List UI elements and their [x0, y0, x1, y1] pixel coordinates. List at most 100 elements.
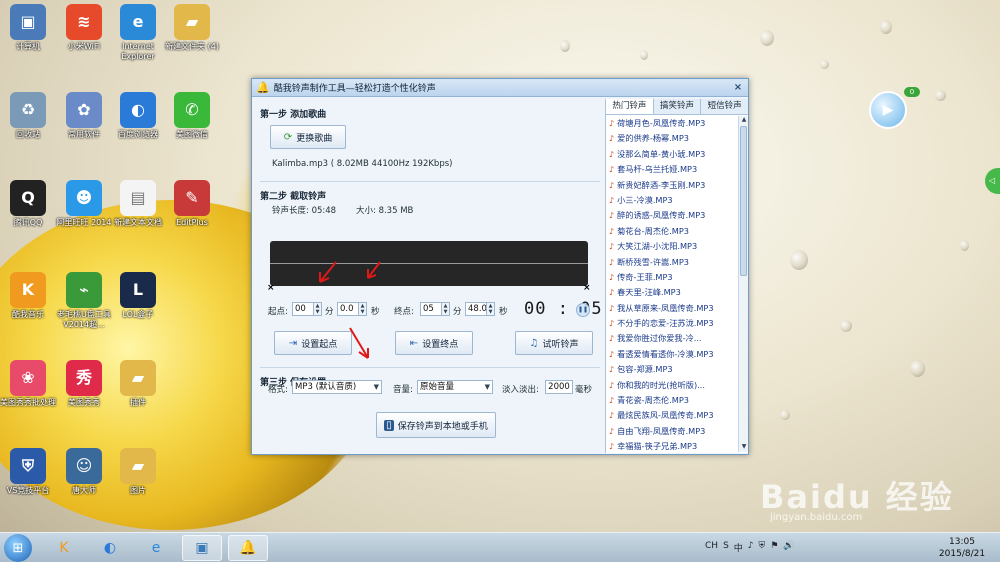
- tray-item[interactable]: ⚑: [770, 541, 778, 554]
- stepper-arrows-icon[interactable]: ▲ ▼: [486, 303, 494, 315]
- list-item[interactable]: ♪ 没那么简单-黄小琥.MP3: [606, 147, 738, 162]
- end-minute-value: 05: [423, 304, 434, 314]
- start-button[interactable]: ⊞: [4, 534, 32, 562]
- close-icon[interactable]: ×: [732, 82, 744, 94]
- desktop-shortcut[interactable]: ▰ 新建文件夹 (4): [164, 4, 220, 52]
- desktop-shortcut[interactable]: ≋ 小米WiFi: [56, 4, 112, 52]
- taskbar-kuwo-music-icon[interactable]: K: [44, 535, 84, 561]
- ringtone-scrollbar[interactable]: ▲ ▼: [738, 116, 748, 452]
- stepper-arrows-icon[interactable]: ▲ ▼: [313, 303, 321, 315]
- list-item[interactable]: ♪ 春天里-汪峰.MP3: [606, 285, 738, 300]
- end-label: 终点:: [394, 307, 414, 317]
- baidu-watermark-url: jingyan.baidu.com: [770, 512, 863, 523]
- scroll-down-icon[interactable]: ▼: [739, 443, 749, 452]
- change-song-button[interactable]: ⟳ 更换歌曲: [270, 125, 346, 149]
- scroll-thumb[interactable]: [740, 126, 747, 276]
- list-item[interactable]: ♪ 自由飞翔-凤凰传奇.MP3: [606, 424, 738, 439]
- ringtone-name: 菊花台-周杰伦.MP3: [617, 225, 690, 236]
- list-item[interactable]: ♪ 包容-郑源.MP3: [606, 362, 738, 377]
- tab-hot[interactable]: 热门铃声: [606, 99, 654, 114]
- tray-item[interactable]: ♪: [748, 541, 754, 554]
- ringtone-name: 青花瓷-周杰伦.MP3: [617, 395, 690, 406]
- taskbar-photo-viewer-icon[interactable]: ▣: [182, 535, 222, 561]
- list-item[interactable]: ♪ 新贵妃醉酒-李玉刚.MP3: [606, 178, 738, 193]
- desktop-shortcut[interactable]: 秀美图秀秀: [56, 360, 112, 408]
- desktop-shortcut[interactable]: ⌁ 老毛桃U盘工具V2014超...: [56, 272, 112, 330]
- desktop-shortcut[interactable]: ⛨ VS竞技平台: [0, 448, 56, 496]
- desktop-shortcut[interactable]: ❀ 美图秀秀批处理: [0, 360, 56, 408]
- desktop-shortcut[interactable]: ✿ 常用软件: [56, 92, 112, 140]
- pause-icon[interactable]: ❚❚: [576, 303, 590, 317]
- waveform-display[interactable]: [270, 241, 588, 286]
- end-marker-icon[interactable]: ×: [583, 283, 591, 293]
- desktop-shortcut[interactable]: ◐ 百度浏览器: [110, 92, 166, 140]
- desktop-shortcut[interactable]: K 酷我音乐: [0, 272, 56, 320]
- list-item[interactable]: ♪ 荷塘月色-凤凰传奇.MP3: [606, 116, 738, 131]
- list-item[interactable]: ♪ 青花瓷-周杰伦.MP3: [606, 393, 738, 408]
- volume-select[interactable]: 原始音量 ▼: [417, 380, 493, 394]
- list-item[interactable]: ♪ 我爱你胜过你爱我-冷...: [606, 331, 738, 346]
- window-title: 酷我铃声制作工具—轻松打造个性化铃声: [273, 84, 436, 94]
- desktop-shortcut[interactable]: ✆ 美图微信: [164, 92, 220, 140]
- list-item[interactable]: ♪ 爱的供养-杨幂.MP3: [606, 131, 738, 146]
- tray-item[interactable]: 🔊: [783, 541, 794, 554]
- start-minute-stepper[interactable]: 00 ▲ ▼: [292, 302, 322, 316]
- baidu-browser-icon: ◐: [120, 92, 156, 128]
- format-select[interactable]: MP3 (默认音质) ▼: [292, 380, 382, 394]
- desktop-shortcut[interactable]: e Internet Explorer: [110, 4, 166, 62]
- set-start-button[interactable]: ⇥ 设置起点: [274, 331, 352, 355]
- side-widget-icon[interactable]: ◁: [985, 168, 1000, 194]
- desktop-shortcut[interactable]: Q 腾讯QQ: [0, 180, 56, 228]
- list-item[interactable]: ♪ 小三-冷漠.MP3: [606, 193, 738, 208]
- taskbar-ie-icon[interactable]: e: [136, 535, 176, 561]
- scroll-up-icon[interactable]: ▲: [739, 116, 749, 125]
- taskbar-ringtone-tool-icon[interactable]: 🔔: [228, 535, 268, 561]
- list-item[interactable]: ♪ 看透爱情看透你-冷漠.MP3: [606, 347, 738, 362]
- system-clock[interactable]: 13:05 2015/8/21: [930, 536, 994, 560]
- list-item[interactable]: ♪ 菊花台-周杰伦.MP3: [606, 224, 738, 239]
- ringtone-name: 荷塘月色-凤凰传奇.MP3: [617, 118, 706, 128]
- desktop-shortcut[interactable]: ▰ 图片: [110, 448, 166, 496]
- end-minute-stepper[interactable]: 05 ▲ ▼: [420, 302, 450, 316]
- tray-item[interactable]: 中: [734, 541, 743, 554]
- window-titlebar[interactable]: 🔔 酷我铃声制作工具—轻松打造个性化铃声 ×: [252, 79, 748, 97]
- list-item[interactable]: ♪ 醉的诱惑-凤凰传奇.MP3: [606, 208, 738, 223]
- save-ringtone-button[interactable]: ▯ 保存铃声到本地或手机: [376, 412, 496, 438]
- tab-funny[interactable]: 搞笑铃声: [654, 99, 702, 114]
- listen-button[interactable]: ♫ 试听铃声: [515, 331, 593, 355]
- tab-sms[interactable]: 短信铃声: [701, 99, 748, 114]
- stepper-arrows-icon[interactable]: ▲ ▼: [358, 303, 366, 315]
- editor-panel: 第一步 添加歌曲 ⟳ 更换歌曲 Kalimba.mp3 ( 8.02MB 441…: [254, 99, 604, 453]
- tray-item[interactable]: ⛨: [759, 541, 766, 554]
- desktop-shortcut-label: 阿里旺旺 2014: [56, 218, 112, 227]
- list-item[interactable]: ♪ 最炫民族风-凤凰传奇.MP3: [606, 408, 738, 423]
- desktop-shortcut[interactable]: ☻ 阿里旺旺 2014: [56, 180, 112, 228]
- music-note-icon: ♪: [609, 334, 615, 344]
- list-item[interactable]: ♪ 传奇-王菲.MP3: [606, 270, 738, 285]
- desktop-shortcut[interactable]: ▰ 插件: [110, 360, 166, 408]
- taskbar-baidu-browser-icon[interactable]: ◐: [90, 535, 130, 561]
- end-second-stepper[interactable]: 48.0 ▲ ▼: [465, 302, 495, 316]
- list-item[interactable]: ♪ 断桥残雪-许嵩.MP3: [606, 255, 738, 270]
- start-marker-icon[interactable]: ×: [267, 283, 275, 293]
- desktop-shortcut[interactable]: ☺ 唐大师: [56, 448, 112, 496]
- start-second-stepper[interactable]: 0.0 ▲ ▼: [337, 302, 367, 316]
- tray-item[interactable]: S: [723, 541, 729, 554]
- desktop-shortcut[interactable]: ✎ EditPlus: [164, 180, 220, 228]
- desktop-shortcut[interactable]: ▣ 计算机: [0, 4, 56, 52]
- desktop-shortcut[interactable]: ▤ 新建文本文档: [110, 180, 166, 228]
- ringtone-library-panel: 热门铃声 搞笑铃声 短信铃声 ♪ 荷塘月色-凤凰传奇.MP3 ♪ 爱的供养-杨幂.MP…: [605, 99, 748, 453]
- tray-item[interactable]: CH: [705, 541, 718, 554]
- floating-play-icon[interactable]: ▶: [869, 91, 907, 129]
- list-item[interactable]: ♪ 不分手的恋爱-汪苏泷.MP3: [606, 316, 738, 331]
- list-item[interactable]: ♪ 你和我的时光(抢听版)...: [606, 378, 738, 393]
- list-item[interactable]: ♪ 我从草原来-凤凰传奇.MP3: [606, 301, 738, 316]
- set-end-button[interactable]: ⇤ 设置终点: [395, 331, 473, 355]
- desktop-shortcut[interactable]: L LOL盒子: [110, 272, 166, 320]
- stepper-arrows-icon[interactable]: ▲ ▼: [441, 303, 449, 315]
- list-item[interactable]: ♪ 套马杆-乌兰托娅.MP3: [606, 162, 738, 177]
- list-item[interactable]: ♪ 幸福猫-筷子兄弟.MP3: [606, 439, 738, 452]
- desktop-shortcut[interactable]: ♻ 回收站: [0, 92, 56, 140]
- list-item[interactable]: ♪ 大笑江湖-小沈阳.MP3: [606, 239, 738, 254]
- fade-input[interactable]: 2000: [545, 380, 573, 394]
